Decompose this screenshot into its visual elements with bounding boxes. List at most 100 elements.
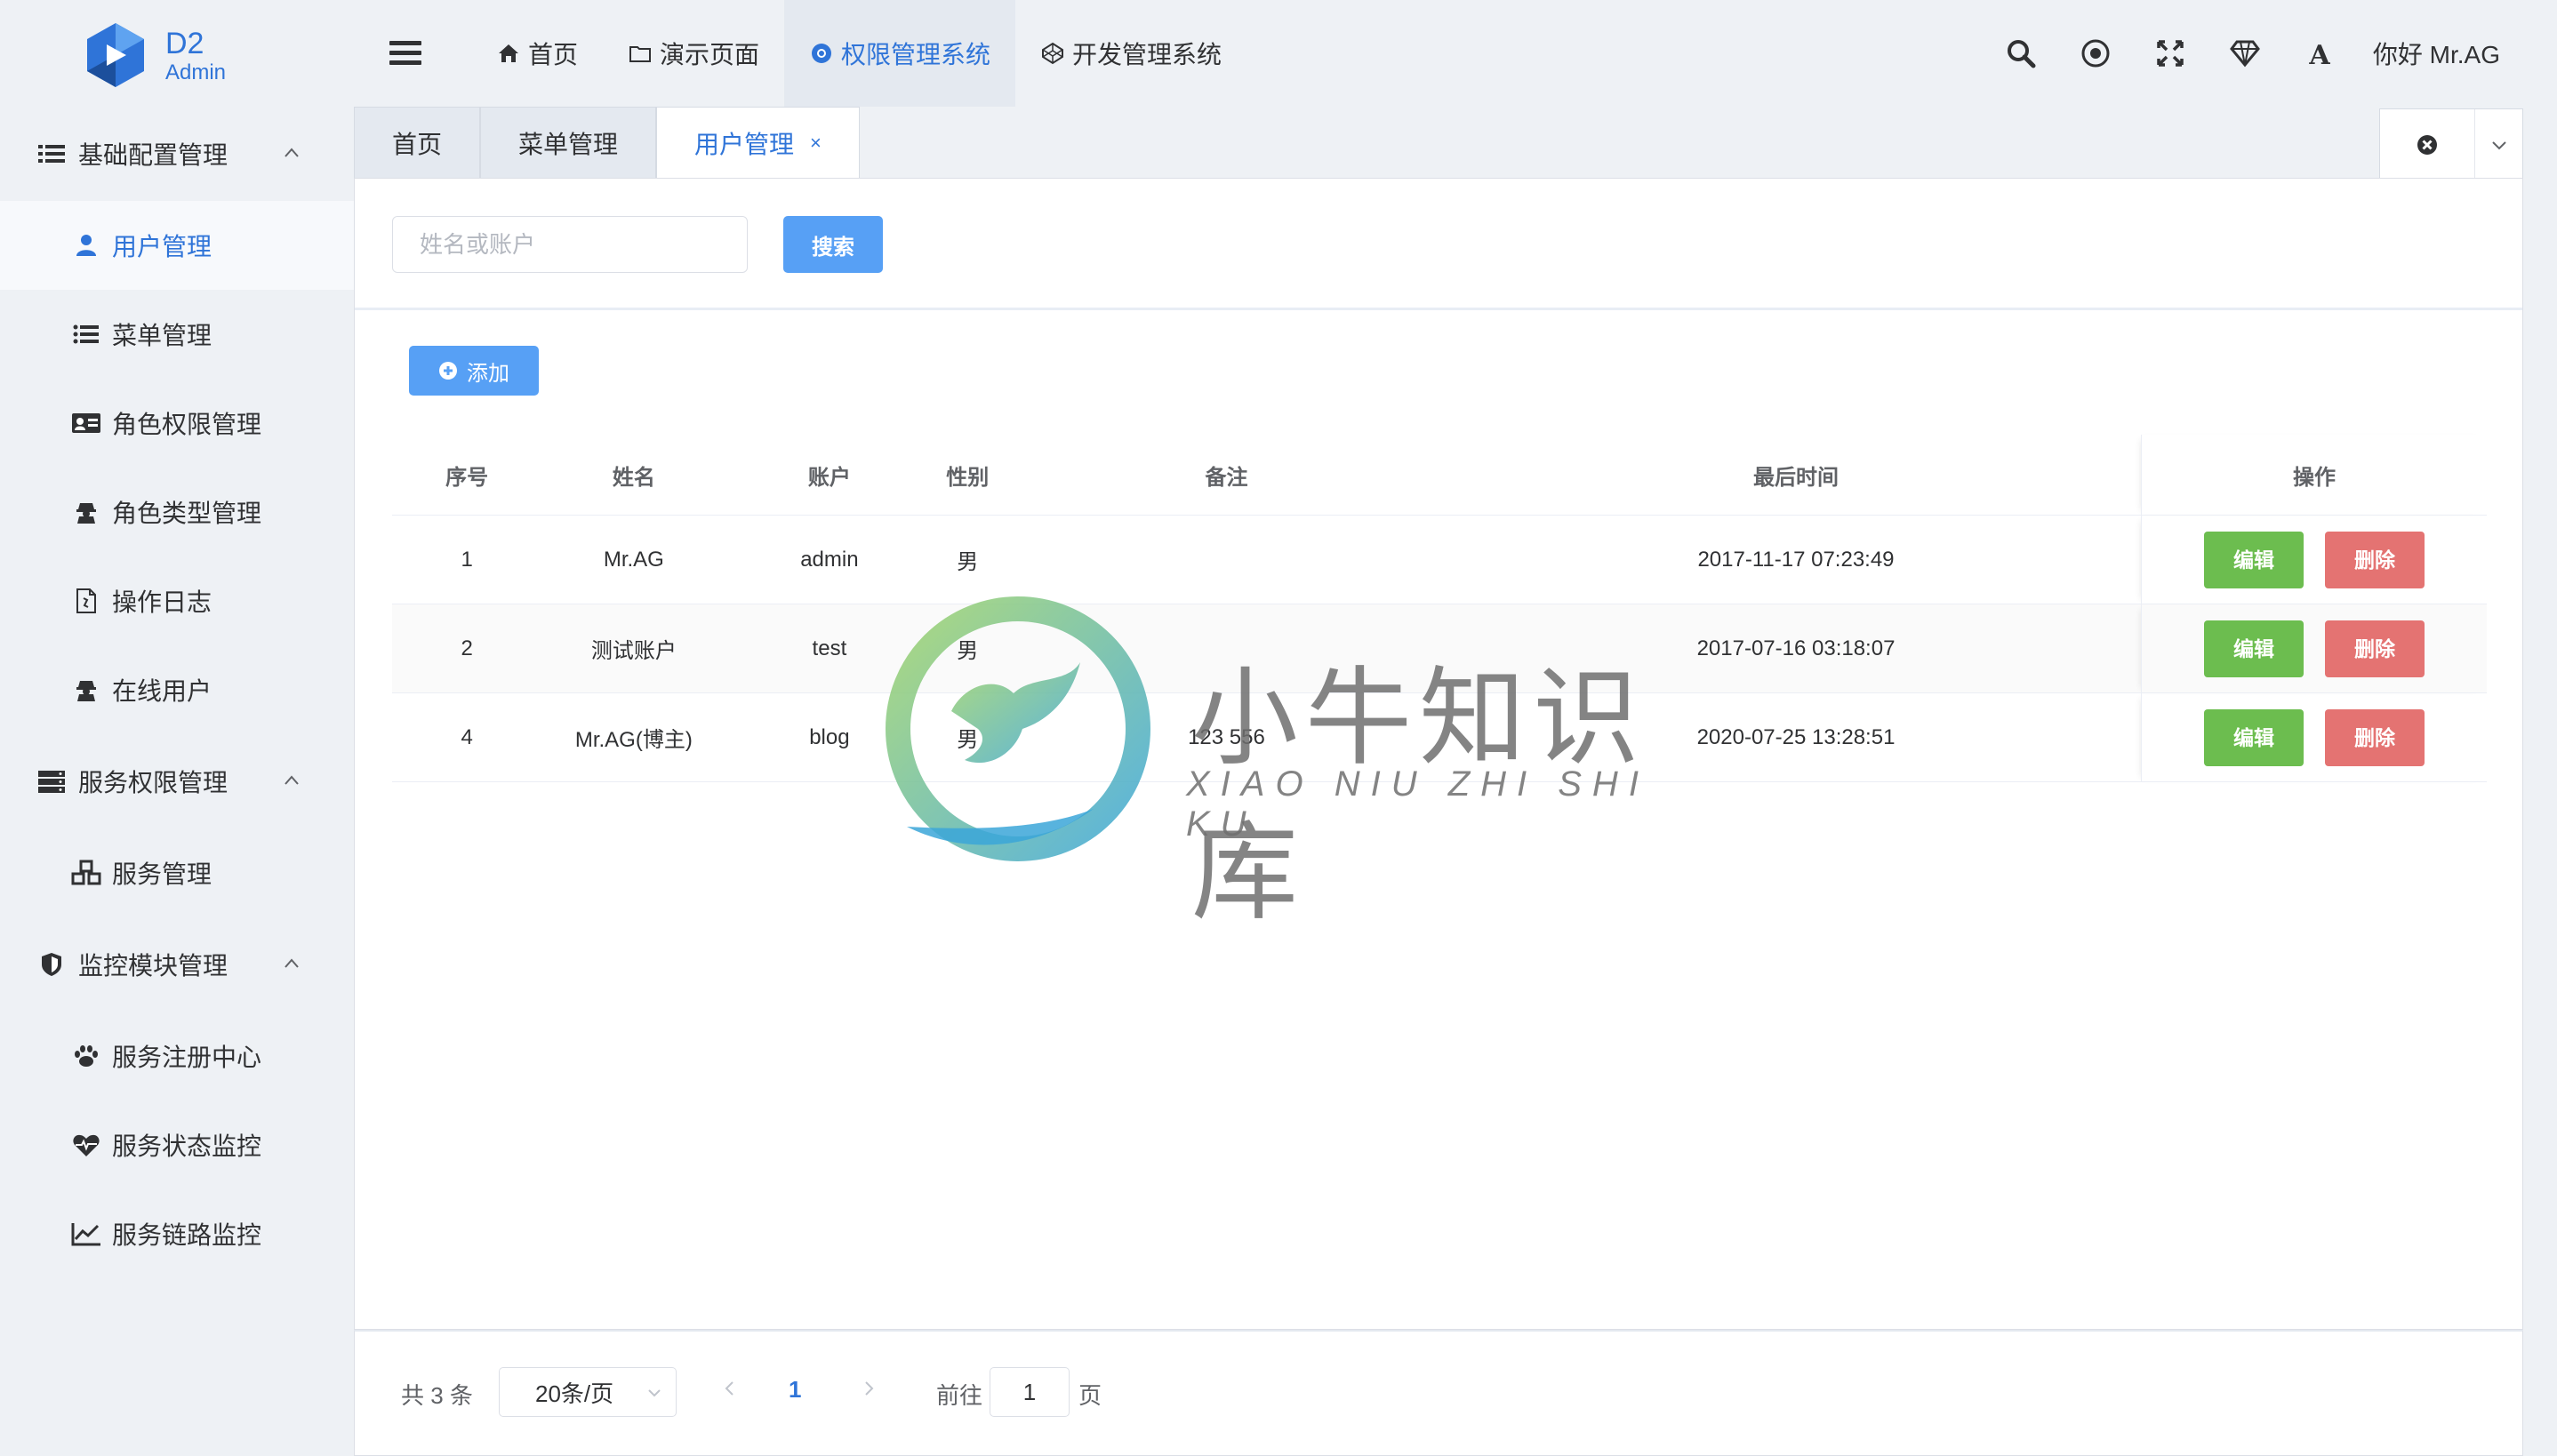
d2-logo-icon <box>87 23 144 87</box>
sidebar-item-label: 服务链路监控 <box>112 1221 262 1249</box>
sidebar-item-service-status[interactable]: 服务状态监控 <box>0 1100 354 1189</box>
list-icon <box>71 319 101 349</box>
fullscreen-icon[interactable] <box>2152 36 2188 71</box>
column-header: 最后时间 <box>1450 435 2142 516</box>
header-actions: A 你好 Mr.AG <box>1964 0 2500 107</box>
user-greeting[interactable]: 你好 Mr.AG <box>2373 36 2500 71</box>
topmenu-label: 开发管理系统 <box>1072 41 1222 68</box>
cell-name: 测试账户 <box>541 604 726 693</box>
sidebar-item-user-management[interactable]: 用户管理 <box>0 201 354 290</box>
sidebar-item-label: 服务状态监控 <box>112 1132 262 1160</box>
chevron-down-icon <box>648 1389 661 1397</box>
tab-home[interactable]: 首页 <box>354 107 481 178</box>
topmenu-item-permission[interactable]: 权限管理系统 <box>784 0 1016 107</box>
page-suffix: 页 <box>1078 1382 1102 1409</box>
edit-button[interactable]: 编辑 <box>2204 531 2305 588</box>
logo-subtitle: Admin <box>165 60 227 84</box>
topmenu-item-dev[interactable]: 开发管理系统 <box>1015 0 1246 107</box>
svg-text:A: A <box>2308 40 2330 68</box>
sidebar-item-role-permission[interactable]: 角色权限管理 <box>0 379 354 468</box>
sidebar-group-label: 监控模块管理 <box>78 952 228 980</box>
divider <box>355 308 2522 310</box>
delete-button[interactable]: 删除 <box>2325 620 2425 677</box>
edit-button[interactable]: 编辑 <box>2204 620 2305 677</box>
sidebar-item-label: 用户管理 <box>112 233 212 260</box>
user-table: 序号 姓名 账户 性别 备注 最后时间 操作 1 Mr.AG admin 男 2… <box>392 435 2487 782</box>
delete-button[interactable]: 删除 <box>2325 531 2425 588</box>
table-row: 2 测试账户 test 男 2017-07-16 03:18:07 编辑 删除 <box>392 604 2487 693</box>
tab-label: 首页 <box>392 130 443 158</box>
chevron-up-icon <box>285 775 299 785</box>
search-icon[interactable] <box>2003 36 2039 71</box>
top-menu: 首页 演示页面 权限管理系统 开发管理系统 <box>471 0 1246 107</box>
tab-menu-management[interactable]: 菜单管理 <box>480 107 657 178</box>
cell-remark <box>1002 604 1451 693</box>
goto-page-input[interactable] <box>990 1367 1070 1417</box>
cell-account: blog <box>725 692 934 782</box>
cell-remark: 123 556 <box>1002 692 1451 782</box>
sidebar-item-service-management[interactable]: 服务管理 <box>0 828 354 917</box>
search-button[interactable]: 搜索 <box>783 216 883 273</box>
diamond-icon[interactable] <box>2227 36 2263 71</box>
close-icon[interactable]: × <box>810 132 822 155</box>
sidebar-item-label: 角色类型管理 <box>112 500 262 527</box>
sidebar-item-service-registry[interactable]: 服务注册中心 <box>0 1012 354 1100</box>
chevron-up-icon <box>285 148 299 157</box>
column-header: 备注 <box>1002 435 1451 516</box>
chevron-left-icon[interactable] <box>719 1378 741 1399</box>
plus-circle-icon <box>439 362 457 380</box>
sidebar-item-menu-management[interactable]: 菜单管理 <box>0 290 354 379</box>
cell-actions: 编辑 删除 <box>2141 604 2487 693</box>
paw-icon <box>71 1041 101 1071</box>
chevron-down-icon[interactable] <box>2475 109 2522 180</box>
tab-label: 用户管理 <box>694 130 795 158</box>
sidebar-item-service-trace[interactable]: 服务链路监控 <box>0 1189 354 1278</box>
cell-time: 2017-07-16 03:18:07 <box>1450 604 2142 693</box>
chrome-icon <box>809 41 834 66</box>
sidebar-group-monitoring[interactable]: 监控模块管理 <box>0 917 354 1012</box>
tab-user-management[interactable]: 用户管理 × <box>656 107 860 178</box>
cell-account: test <box>725 604 934 693</box>
topmenu-label: 权限管理系统 <box>841 41 991 68</box>
sidebar-group-label: 基础配置管理 <box>78 141 228 169</box>
page-size-value: 20条/页 <box>535 1380 614 1407</box>
record-icon[interactable] <box>2078 36 2113 71</box>
cell-remark <box>1002 515 1451 604</box>
cell-name: Mr.AG(博主) <box>541 692 726 782</box>
server-icon <box>37 767 66 796</box>
edit-button[interactable]: 编辑 <box>2204 708 2305 766</box>
id-card-icon <box>71 408 101 438</box>
cell-id: 2 <box>392 604 542 693</box>
logo-title: D2 <box>165 27 204 60</box>
sidebar-item-role-type[interactable]: 角色类型管理 <box>0 468 354 556</box>
pagination: 共 3 条 20条/页 1 前往 页 <box>354 1330 2523 1456</box>
delete-button[interactable]: 删除 <box>2325 708 2425 766</box>
chevron-right-icon[interactable] <box>858 1378 879 1399</box>
table-row: 1 Mr.AG admin 男 2017-11-17 07:23:49 编辑 删除 <box>392 515 2487 604</box>
app-logo[interactable]: D2 Admin <box>80 20 258 91</box>
list-icon <box>37 140 66 168</box>
font-size-icon[interactable]: A <box>2302 36 2337 71</box>
close-all-tabs-icon[interactable] <box>2380 109 2475 180</box>
total-count: 共 3 条 <box>401 1382 473 1409</box>
user-secret-icon <box>71 675 101 705</box>
sidebar-group-service-permission[interactable]: 服务权限管理 <box>0 734 354 828</box>
tab-label: 菜单管理 <box>518 130 619 158</box>
menu-toggle-button[interactable] <box>389 41 421 66</box>
sidebar-item-label: 菜单管理 <box>112 322 212 349</box>
topmenu-item-home[interactable]: 首页 <box>471 0 603 107</box>
search-input[interactable] <box>392 216 748 273</box>
cell-actions: 编辑 删除 <box>2141 515 2487 604</box>
page-number[interactable]: 1 <box>789 1376 801 1404</box>
page-size-select[interactable]: 20条/页 <box>499 1367 677 1417</box>
add-user-button[interactable]: 添加 <box>409 346 539 396</box>
topmenu-item-demo[interactable]: 演示页面 <box>603 0 784 107</box>
user-icon <box>71 230 101 260</box>
sidebar-item-online-users[interactable]: 在线用户 <box>0 645 354 734</box>
cell-gender: 男 <box>933 604 1003 693</box>
page-tabs: 首页 菜单管理 用户管理 × <box>354 107 860 178</box>
main-panel: 搜索 添加 序号 姓名 账户 性别 备注 最后时间 操作 1 Mr.AG <box>354 178 2523 1330</box>
cell-actions: 编辑 删除 <box>2141 692 2487 782</box>
sidebar-group-basic-config[interactable]: 基础配置管理 <box>0 107 354 201</box>
sidebar-item-operation-log[interactable]: 操作日志 <box>0 556 354 645</box>
